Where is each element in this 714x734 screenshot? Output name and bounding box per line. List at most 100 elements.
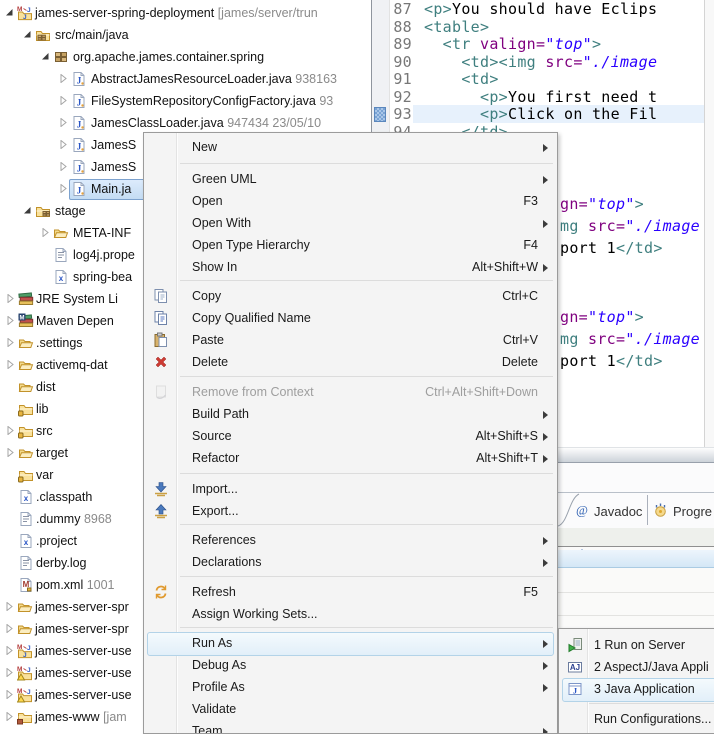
code-line[interactable]: port 1</td> [560, 353, 663, 371]
tree-item-label: dist [36, 380, 55, 394]
menu-item-build-path[interactable]: Build Path [147, 403, 554, 427]
expand-arrow-icon[interactable] [5, 690, 14, 699]
table-row[interactable] [558, 615, 714, 616]
tree-item-label: Main.ja [91, 182, 131, 196]
tree-item-label: lib [36, 402, 49, 416]
annotation-marker[interactable] [374, 107, 386, 122]
tab-javadoc[interactable]: @ Javadoc [574, 494, 646, 527]
tree-row[interactable]: JJamesClassLoader.java 947434 23/05/10 [0, 112, 371, 134]
expand-arrow-icon[interactable] [6, 448, 15, 457]
selected-table-row[interactable] [558, 550, 714, 568]
menu-item-2-aspectj-java-appli[interactable]: AJ2 AspectJ/Java Appli [562, 656, 714, 680]
menu-item-refactor[interactable]: RefactorAlt+Shift+T [147, 447, 554, 471]
menu-item-delete[interactable]: DeleteDelete [147, 351, 554, 375]
expand-arrow-icon[interactable] [6, 426, 15, 435]
collapse-arrow-icon[interactable] [23, 30, 32, 39]
expand-arrow-icon[interactable] [59, 74, 68, 83]
menu-item-label: Run As [192, 636, 232, 650]
expand-arrow-icon[interactable] [5, 668, 14, 677]
svg-text:J: J [77, 142, 82, 152]
code-line[interactable]: gn="top"> [560, 196, 644, 214]
menu-item-source[interactable]: SourceAlt+Shift+S [147, 425, 554, 449]
expand-arrow-icon[interactable] [41, 228, 50, 237]
table-row[interactable] [558, 592, 714, 593]
code-line[interactable]: mg src="./image [560, 218, 700, 236]
expand-arrow-icon[interactable] [5, 624, 14, 633]
tree-row[interactable]: JFileSystemRepositoryConfigFactory.java … [0, 90, 371, 112]
expand-arrow-icon[interactable] [59, 96, 68, 105]
menu-item-profile-as[interactable]: Profile As [147, 676, 554, 700]
expand-arrow-icon[interactable] [6, 360, 15, 369]
collapse-arrow-icon[interactable] [41, 52, 50, 61]
menu-item-label: Profile As [192, 680, 245, 694]
menu-item-open-with[interactable]: Open With [147, 212, 554, 236]
menu-item-green-uml[interactable]: Green UML [147, 168, 554, 192]
menu-item-validate[interactable]: Validate [147, 698, 554, 722]
menu-item-refresh[interactable]: RefreshF5 [147, 581, 554, 605]
expand-arrow-icon[interactable] [5, 646, 14, 655]
svg-text:J: J [77, 120, 82, 130]
expand-arrow-icon[interactable] [6, 338, 15, 347]
expand-arrow-icon[interactable] [5, 602, 14, 611]
menu-item-label: Source [192, 429, 232, 443]
code-line[interactable]: port 1</td> [560, 240, 663, 258]
menu-item-label: Export... [192, 504, 239, 518]
tree-row[interactable]: MJJjames-server-spring-deployment [james… [0, 2, 371, 24]
menu-item-references[interactable]: References [147, 529, 554, 553]
expand-arrow-icon[interactable] [6, 294, 15, 303]
menu-item-label: Show In [192, 260, 237, 274]
menu-item-shortcut: F4 [523, 238, 538, 252]
tree-item-label: .dummy 8968 [36, 512, 112, 526]
code-line[interactable]: mg src="./image [560, 331, 700, 349]
folder-svn-icon [18, 401, 34, 417]
menu-item-shortcut: Ctrl+C [502, 289, 538, 303]
folder-svn-icon [18, 467, 34, 483]
tab-progress[interactable]: Progre [653, 494, 714, 527]
submenu-arrow-icon [543, 559, 548, 567]
expand-arrow-icon[interactable] [59, 162, 68, 171]
code-line[interactable]: <table> [424, 19, 489, 37]
expand-arrow-icon[interactable] [59, 184, 68, 193]
code-line[interactable]: <td> [424, 71, 499, 89]
tab-separator [647, 495, 648, 525]
menu-item-declarations[interactable]: Declarations [147, 551, 554, 575]
menu-item-3-java-application[interactable]: J3 Java Application [562, 678, 714, 702]
tree-row[interactable]: JAbstractJamesResourceLoader.java 938163 [0, 68, 371, 90]
collapse-arrow-icon[interactable] [5, 8, 14, 17]
run-on-server-icon [567, 637, 583, 653]
menu-item-debug-as[interactable]: Debug As [147, 654, 554, 678]
refresh-icon [153, 584, 169, 600]
menu-item-paste[interactable]: PasteCtrl+V [147, 329, 554, 353]
overview-ruler[interactable] [704, 0, 714, 463]
menu-item-copy-qualified-name[interactable]: Copy Qualified Name [147, 307, 554, 331]
tree-item-decoration: 8968 [84, 512, 112, 526]
menu-item-open-type-hierarchy[interactable]: Open Type HierarchyF4 [147, 234, 554, 258]
menu-item-export[interactable]: Export... [147, 500, 554, 524]
expand-arrow-icon[interactable] [59, 140, 68, 149]
menu-item-show-in[interactable]: Show InAlt+Shift+W [147, 256, 554, 280]
run-as-submenu: 1 Run on ServerAJ2 AspectJ/Java AppliJ3 … [558, 628, 714, 734]
tree-item-label: activemq-dat [36, 358, 108, 372]
collapse-arrow-icon[interactable] [23, 206, 32, 215]
menu-item-new[interactable]: New [147, 136, 554, 160]
menu-item-run-configurations[interactable]: Run Configurations... [562, 708, 714, 732]
menu-item-copy[interactable]: CopyCtrl+C [147, 285, 554, 309]
menu-item-import[interactable]: Import... [147, 478, 554, 502]
tree-row[interactable]: org.apache.james.container.spring [0, 46, 371, 68]
expand-arrow-icon[interactable] [6, 316, 15, 325]
menu-item-run-as[interactable]: Run As [147, 632, 554, 656]
table-header[interactable] [558, 528, 714, 547]
open-folder-icon [53, 225, 69, 241]
menu-item-1-run-on-server[interactable]: 1 Run on Server [562, 634, 714, 658]
package-icon [53, 49, 69, 65]
tree-row[interactable]: src/main/java [0, 24, 371, 46]
code-line[interactable]: gn="top"> [560, 309, 644, 327]
submenu-arrow-icon [543, 662, 548, 670]
menu-item-open[interactable]: OpenF3 [147, 190, 554, 214]
progress-icon [653, 502, 669, 518]
submenu-arrow-icon [543, 640, 548, 648]
menu-item-assign-working-sets[interactable]: Assign Working Sets... [147, 603, 554, 627]
tree-item-decoration: 1001 [87, 578, 115, 592]
expand-arrow-icon[interactable] [5, 712, 14, 721]
expand-arrow-icon[interactable] [59, 118, 68, 127]
